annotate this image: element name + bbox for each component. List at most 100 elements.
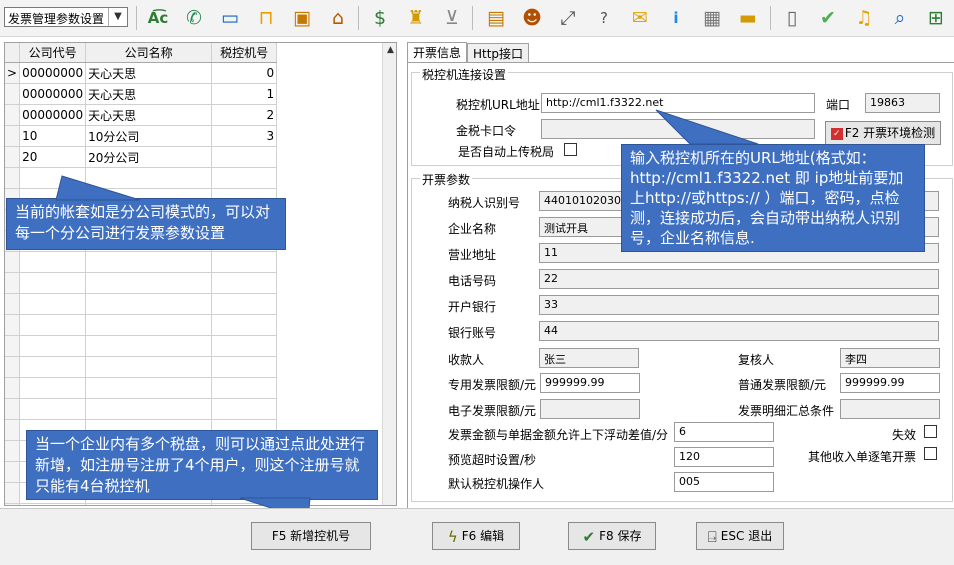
money-bag-icon[interactable]: ♜ [404,6,428,30]
tab-invoice-info[interactable]: 开票信息 [407,42,468,64]
cell-name[interactable]: 10分公司 [85,125,213,147]
cell-code[interactable] [19,377,87,399]
cell-machine[interactable] [211,398,278,420]
dollar-icon[interactable]: $ [368,6,392,30]
cell-name[interactable] [85,293,213,315]
cell-name[interactable] [85,272,213,294]
bell-icon[interactable]: ♫ [852,6,876,30]
operator-input[interactable]: 005 [674,472,774,492]
save-button[interactable]: ✔ F8 保存 [568,522,656,550]
cell-code[interactable] [19,272,87,294]
cell-name[interactable] [85,503,213,505]
table-row[interactable] [5,398,278,420]
cell-machine[interactable] [211,251,278,273]
cell-code[interactable]: 20 [19,146,87,168]
check-circle-icon[interactable]: ✔ [816,6,840,30]
cell-code[interactable] [19,251,87,273]
amount-diff-input[interactable]: 6 [674,422,774,442]
tab-http-interface[interactable]: Http接口 [467,43,530,64]
cell-name[interactable]: 天心天思 [85,104,213,126]
special-limit-input[interactable]: 999999.99 [540,373,640,393]
cell-code[interactable] [19,293,87,315]
table-row[interactable] [5,356,278,378]
cart-icon[interactable]: ⊻ [440,6,464,30]
cell-name[interactable] [85,251,213,273]
cell-name[interactable] [85,356,213,378]
add-machine-button[interactable]: F5 新增控机号 [251,522,371,550]
table-row[interactable] [5,272,278,294]
table-row[interactable] [5,314,278,336]
cell-name[interactable] [85,377,213,399]
payee-input[interactable]: 张三 [539,348,639,368]
users-icon[interactable]: ☻ [520,6,544,30]
cell-code[interactable] [19,314,87,336]
reviewer-input[interactable]: 李四 [840,348,940,368]
calculator-icon[interactable]: ▦ [700,6,724,30]
column-header-code[interactable]: 公司代号 [19,43,87,63]
table-row[interactable]: 00000000 天心天思 2 [5,104,278,126]
clipboard-icon[interactable]: ▤ [484,6,508,30]
table-row[interactable]: 00000000 天心天思 1 [5,83,278,105]
cell-machine[interactable]: 2 [211,104,278,126]
document-icon[interactable]: ▯ [780,6,804,30]
bank-account-input[interactable]: 44 [539,321,939,341]
scroll-up-icon[interactable]: ▲ [383,45,396,55]
edit-button[interactable]: ϟ F6 编辑 [432,522,520,550]
column-header-machine[interactable]: 税控机号 [211,43,278,63]
mail-icon[interactable]: ✉ [628,6,652,30]
auto-upload-checkbox[interactable] [564,143,577,156]
home-icon[interactable]: ⌂ [326,6,350,30]
port-input[interactable]: 19863 [865,93,940,113]
help-icon[interactable]: ? [592,6,616,30]
monitor-icon[interactable]: ▭ [218,6,242,30]
cell-code[interactable]: 00000000 [19,62,87,84]
other-income-checkbox[interactable] [924,447,937,460]
cell-machine[interactable] [211,335,278,357]
cell-machine[interactable] [211,146,278,168]
preview-timeout-input[interactable]: 120 [674,447,774,467]
cell-machine[interactable]: 1 [211,83,278,105]
invalid-checkbox[interactable] [924,425,937,438]
table-row[interactable] [5,335,278,357]
exit-button[interactable]: ⍈ ESC 退出 [696,522,784,550]
folder-icon[interactable]: ▬ [736,6,760,30]
column-header-name[interactable]: 公司名称 [85,43,213,63]
phone-icon[interactable]: ✆ [182,6,206,30]
cell-machine[interactable] [211,356,278,378]
normal-limit-input[interactable]: 999999.99 [840,373,940,393]
cell-code[interactable] [19,335,87,357]
table-row[interactable]: 10 10分公司 3 [5,125,278,147]
phone-input[interactable]: 22 [539,269,939,289]
bank-input[interactable]: 33 [539,295,939,315]
cell-name[interactable] [85,314,213,336]
cell-code[interactable]: 00000000 [19,83,87,105]
briefcase-icon[interactable]: ▣ [290,6,314,30]
cell-machine[interactable] [211,167,278,189]
grid-scrollbar[interactable]: ▲ [382,43,396,505]
link-icon[interactable]: ⤢ [556,6,580,30]
cell-name[interactable] [85,335,213,357]
cell-machine[interactable] [211,377,278,399]
cell-name[interactable]: 天心天思 [85,83,213,105]
spell-check-icon[interactable]: A͡c [146,6,170,30]
cell-machine[interactable] [211,314,278,336]
cell-machine[interactable]: 0 [211,62,278,84]
tree-icon[interactable]: ⊞ [924,6,948,30]
detect-environment-button[interactable]: ✓ F2 开票环境检测 [825,121,941,145]
detail-summary-input[interactable] [840,399,940,419]
info-icon[interactable]: i [664,6,688,30]
cell-machine[interactable] [211,293,278,315]
cell-code[interactable]: 10 [19,125,87,147]
cell-name[interactable]: 20分公司 [85,146,213,168]
table-row[interactable]: 20 20分公司 [5,146,278,168]
module-select[interactable]: 发票管理参数设置 ▼ [4,7,128,27]
e-invoice-limit-input[interactable] [540,399,640,419]
table-row[interactable] [5,293,278,315]
lock-icon[interactable]: ⊓ [254,6,278,30]
search-icon[interactable]: ⌕ [888,6,912,30]
cell-name[interactable]: 天心天思 [85,62,213,84]
table-row[interactable] [5,377,278,399]
cell-code[interactable] [19,503,87,505]
table-row[interactable] [5,251,278,273]
cell-name[interactable] [85,398,213,420]
